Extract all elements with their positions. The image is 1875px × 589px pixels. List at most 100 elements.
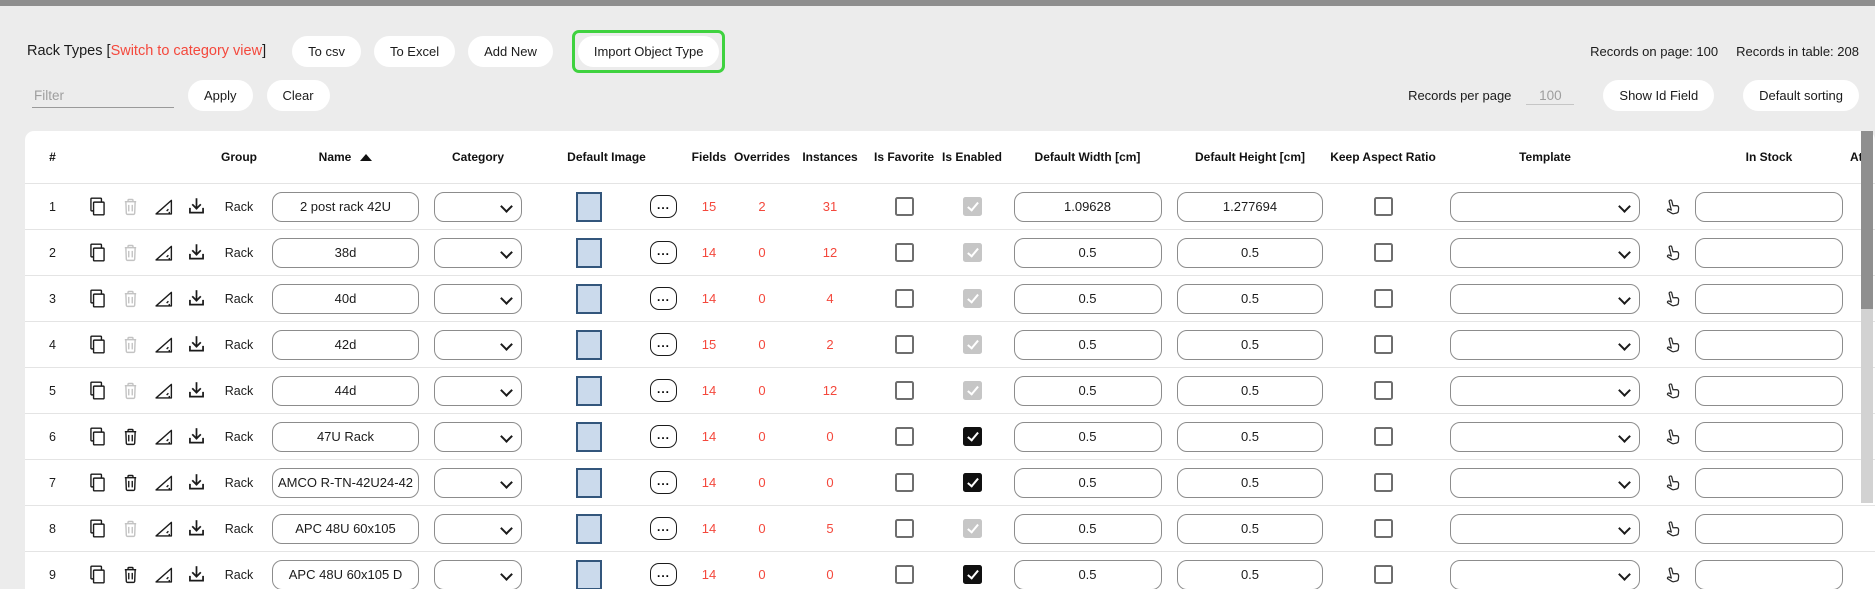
is-favorite-checkbox[interactable] bbox=[895, 565, 914, 584]
in-stock-input[interactable] bbox=[1695, 422, 1843, 452]
in-stock-input[interactable] bbox=[1695, 238, 1843, 268]
download-button[interactable] bbox=[185, 472, 207, 494]
category-select[interactable] bbox=[434, 192, 522, 222]
measure-button[interactable] bbox=[152, 426, 174, 448]
apply-button[interactable]: Apply bbox=[188, 80, 253, 111]
keep-aspect-ratio-checkbox[interactable] bbox=[1374, 381, 1393, 400]
measure-button[interactable] bbox=[152, 380, 174, 402]
records-per-page-input[interactable] bbox=[1526, 87, 1574, 105]
default-width-input[interactable] bbox=[1014, 284, 1162, 314]
default-width-input[interactable] bbox=[1014, 238, 1162, 268]
in-stock-input[interactable] bbox=[1695, 468, 1843, 498]
hand-pointer-icon[interactable] bbox=[1662, 197, 1682, 217]
category-select[interactable] bbox=[434, 284, 522, 314]
overrides-count-link[interactable]: 0 bbox=[758, 475, 765, 490]
default-height-input[interactable] bbox=[1177, 376, 1323, 406]
name-input[interactable] bbox=[272, 514, 419, 544]
keep-aspect-ratio-checkbox[interactable] bbox=[1374, 289, 1393, 308]
default-height-input[interactable] bbox=[1177, 560, 1323, 589]
delete-button[interactable] bbox=[119, 564, 141, 586]
default-image-thumbnail[interactable] bbox=[576, 192, 602, 222]
in-stock-input[interactable] bbox=[1695, 560, 1843, 589]
default-width-input[interactable] bbox=[1014, 422, 1162, 452]
fields-count-link[interactable]: 14 bbox=[702, 567, 716, 582]
fields-count-link[interactable]: 15 bbox=[702, 199, 716, 214]
category-select[interactable] bbox=[434, 376, 522, 406]
instances-count-link[interactable]: 0 bbox=[826, 567, 833, 582]
measure-button[interactable] bbox=[152, 472, 174, 494]
to-excel-button[interactable]: To Excel bbox=[374, 36, 455, 67]
switch-to-category-view-link[interactable]: Switch to category view bbox=[111, 43, 263, 59]
is-favorite-checkbox[interactable] bbox=[895, 381, 914, 400]
copy-button[interactable] bbox=[86, 196, 108, 218]
keep-aspect-ratio-checkbox[interactable] bbox=[1374, 197, 1393, 216]
default-width-input[interactable] bbox=[1014, 514, 1162, 544]
category-select[interactable] bbox=[434, 422, 522, 452]
keep-aspect-ratio-checkbox[interactable] bbox=[1374, 335, 1393, 354]
name-input[interactable] bbox=[272, 376, 419, 406]
instances-count-link[interactable]: 12 bbox=[823, 245, 837, 260]
default-image-thumbnail[interactable] bbox=[576, 514, 602, 544]
fields-count-link[interactable]: 14 bbox=[702, 475, 716, 490]
hand-pointer-icon[interactable] bbox=[1662, 427, 1682, 447]
measure-button[interactable] bbox=[152, 334, 174, 356]
template-select[interactable] bbox=[1450, 422, 1640, 452]
default-width-input[interactable] bbox=[1014, 560, 1162, 589]
name-input[interactable] bbox=[272, 330, 419, 360]
name-input[interactable] bbox=[272, 284, 419, 314]
image-options-button[interactable]: ... bbox=[650, 563, 677, 586]
download-button[interactable] bbox=[185, 242, 207, 264]
measure-button[interactable] bbox=[152, 564, 174, 586]
default-height-input[interactable] bbox=[1177, 192, 1323, 222]
copy-button[interactable] bbox=[86, 380, 108, 402]
hand-pointer-icon[interactable] bbox=[1662, 335, 1682, 355]
header-name[interactable]: Name bbox=[263, 150, 428, 164]
fields-count-link[interactable]: 14 bbox=[702, 429, 716, 444]
copy-button[interactable] bbox=[86, 288, 108, 310]
hand-pointer-icon[interactable] bbox=[1662, 473, 1682, 493]
keep-aspect-ratio-checkbox[interactable] bbox=[1374, 243, 1393, 262]
is-favorite-checkbox[interactable] bbox=[895, 243, 914, 262]
default-image-thumbnail[interactable] bbox=[576, 468, 602, 498]
template-select[interactable] bbox=[1450, 560, 1640, 589]
name-input[interactable] bbox=[272, 468, 419, 498]
instances-count-link[interactable]: 5 bbox=[826, 521, 833, 536]
delete-button[interactable] bbox=[119, 472, 141, 494]
template-select[interactable] bbox=[1450, 514, 1640, 544]
category-select[interactable] bbox=[434, 468, 522, 498]
is-enabled-checkbox[interactable] bbox=[963, 427, 982, 446]
is-favorite-checkbox[interactable] bbox=[895, 335, 914, 354]
image-options-button[interactable]: ... bbox=[650, 471, 677, 494]
hand-pointer-icon[interactable] bbox=[1662, 243, 1682, 263]
delete-button[interactable] bbox=[119, 426, 141, 448]
fields-count-link[interactable]: 14 bbox=[702, 383, 716, 398]
download-button[interactable] bbox=[185, 426, 207, 448]
measure-button[interactable] bbox=[152, 518, 174, 540]
default-image-thumbnail[interactable] bbox=[576, 422, 602, 452]
image-options-button[interactable]: ... bbox=[650, 517, 677, 540]
category-select[interactable] bbox=[434, 238, 522, 268]
fields-count-link[interactable]: 14 bbox=[702, 521, 716, 536]
copy-button[interactable] bbox=[86, 518, 108, 540]
import-object-type-button[interactable]: Import Object Type bbox=[578, 36, 720, 67]
fields-count-link[interactable]: 14 bbox=[702, 291, 716, 306]
overrides-count-link[interactable]: 2 bbox=[758, 199, 765, 214]
default-width-input[interactable] bbox=[1014, 376, 1162, 406]
image-options-button[interactable]: ... bbox=[650, 241, 677, 264]
overrides-count-link[interactable]: 0 bbox=[758, 429, 765, 444]
in-stock-input[interactable] bbox=[1695, 330, 1843, 360]
instances-count-link[interactable]: 12 bbox=[823, 383, 837, 398]
to-csv-button[interactable]: To csv bbox=[292, 36, 361, 67]
overrides-count-link[interactable]: 0 bbox=[758, 337, 765, 352]
overrides-count-link[interactable]: 0 bbox=[758, 245, 765, 260]
keep-aspect-ratio-checkbox[interactable] bbox=[1374, 565, 1393, 584]
category-select[interactable] bbox=[434, 330, 522, 360]
download-button[interactable] bbox=[185, 380, 207, 402]
default-height-input[interactable] bbox=[1177, 514, 1323, 544]
in-stock-input[interactable] bbox=[1695, 284, 1843, 314]
name-input[interactable] bbox=[272, 560, 419, 589]
default-width-input[interactable] bbox=[1014, 192, 1162, 222]
image-options-button[interactable]: ... bbox=[650, 379, 677, 402]
default-height-input[interactable] bbox=[1177, 422, 1323, 452]
is-favorite-checkbox[interactable] bbox=[895, 519, 914, 538]
